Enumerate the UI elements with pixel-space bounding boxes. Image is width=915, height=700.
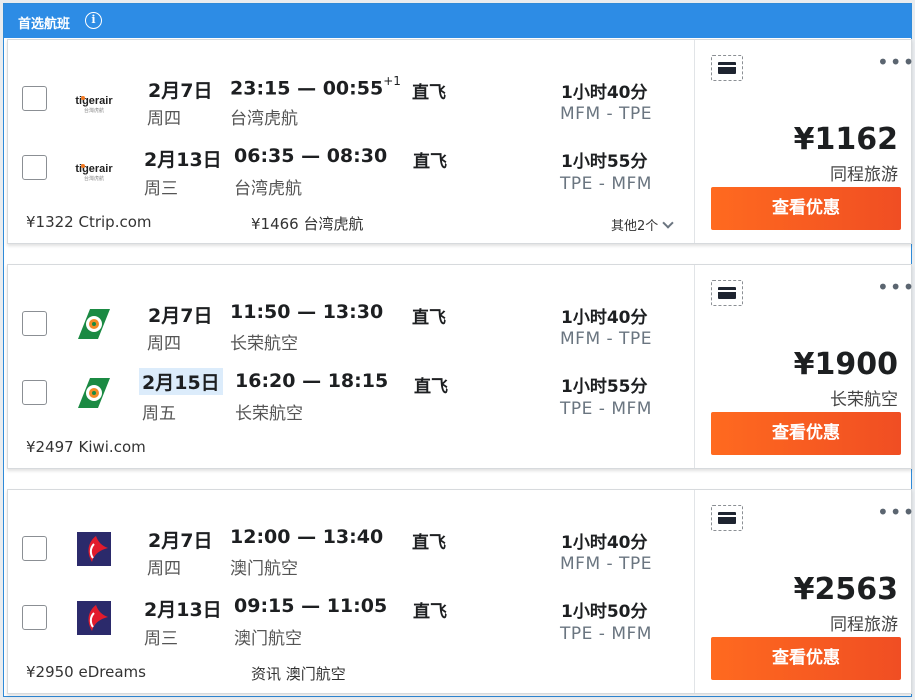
svg-text:tigerair: tigerair — [75, 163, 113, 175]
price: ¥1900 — [793, 347, 898, 382]
more-menu-icon[interactable]: ••• — [877, 275, 915, 299]
day-offset: +1 — [383, 74, 401, 88]
info-icon[interactable]: i — [85, 12, 102, 29]
inbound-weekday: 周三 — [144, 629, 178, 649]
inbound-airline: 长荣航空 — [235, 404, 303, 424]
outbound-times: 12:00 — 13:40 — [230, 526, 384, 548]
price: ¥2563 — [793, 572, 898, 607]
more-menu-icon[interactable]: ••• — [877, 500, 915, 524]
inbound-route: TPE - MFM — [560, 624, 652, 644]
more-options-link[interactable]: 其他2个 — [611, 215, 674, 234]
select-outbound-checkbox[interactable] — [22, 311, 47, 336]
view-deal-button[interactable]: 查看优惠 — [711, 187, 901, 230]
select-inbound-checkbox[interactable] — [22, 605, 47, 630]
svg-text:台灣虎航: 台灣虎航 — [84, 175, 104, 182]
card-divider — [694, 40, 695, 243]
inbound-route: TPE - MFM — [560, 174, 652, 194]
header-title: 首选航班 — [18, 17, 71, 32]
tigerair-logo-icon: tigerair 台灣虎航 — [75, 95, 113, 114]
outbound-route: MFM - TPE — [560, 554, 652, 574]
alt-price-link[interactable]: ¥1322 Ctrip.com — [26, 213, 152, 231]
air-macau-logo-icon — [77, 532, 111, 566]
payment-card-icon[interactable] — [711, 505, 743, 531]
card-divider — [694, 490, 695, 693]
inbound-duration: 1小时55分 — [561, 152, 648, 172]
alt-price-link[interactable]: ¥2497 Kiwi.com — [26, 438, 146, 456]
outbound-stops: 直飞 — [412, 83, 446, 103]
view-deal-button[interactable]: 查看优惠 — [711, 412, 901, 455]
tigerair-logo-icon: tigerair 台灣虎航 — [75, 163, 113, 182]
select-outbound-checkbox[interactable] — [22, 86, 47, 111]
outbound-weekday: 周四 — [147, 109, 181, 129]
svg-text:台灣虎航: 台灣虎航 — [84, 107, 104, 114]
inbound-times: 16:20 — 18:15 — [235, 370, 389, 392]
provider-name: 同程旅游 — [830, 165, 898, 185]
outbound-duration: 1小时40分 — [561, 533, 648, 553]
inbound-date: 2月15日 — [139, 368, 223, 395]
payment-card-icon[interactable] — [711, 55, 743, 81]
inbound-stops: 直飞 — [414, 377, 448, 397]
svg-text:tigerair: tigerair — [75, 95, 113, 107]
provider-name: 同程旅游 — [830, 615, 898, 635]
inbound-date: 2月13日 — [144, 599, 222, 621]
results-panel: 首选航班 i tigerair 台灣虎航 2月7日 周四 23:15 — 00:… — [3, 3, 915, 697]
select-inbound-checkbox[interactable] — [22, 380, 47, 405]
outbound-weekday: 周四 — [147, 334, 181, 354]
flight-result-card[interactable]: 2月7日 周四 12:00 — 13:40 澳门航空 直飞 1小时40分 MFM… — [7, 489, 915, 694]
inbound-route: TPE - MFM — [560, 399, 652, 419]
outbound-airline: 长荣航空 — [230, 334, 298, 354]
outbound-stops: 直飞 — [412, 308, 446, 328]
air-macau-logo-icon — [77, 601, 111, 635]
outbound-route: MFM - TPE — [560, 329, 652, 349]
flight-result-card[interactable]: tigerair 台灣虎航 2月7日 周四 23:15 — 00:55+1 台湾… — [7, 39, 915, 244]
outbound-airline: 台湾虎航 — [230, 109, 298, 129]
inbound-times: 06:35 — 08:30 — [234, 145, 388, 167]
chevron-down-icon — [662, 217, 674, 229]
card-divider — [694, 265, 695, 468]
outbound-times: 23:15 — 00:55+1 — [230, 74, 401, 100]
inbound-duration: 1小时55分 — [561, 377, 648, 397]
outbound-airline: 澳门航空 — [230, 559, 298, 579]
select-outbound-checkbox[interactable] — [22, 536, 47, 561]
provider-name: 长荣航空 — [830, 390, 898, 410]
inbound-date: 2月13日 — [144, 149, 222, 171]
more-menu-icon[interactable]: ••• — [877, 50, 915, 74]
inbound-airline: 台湾虎航 — [234, 179, 302, 199]
alt-price-link[interactable]: ¥1466 台湾虎航 — [251, 213, 364, 234]
inbound-stops: 直飞 — [413, 152, 447, 172]
eva-air-logo-icon — [78, 378, 110, 408]
outbound-stops: 直飞 — [412, 533, 446, 553]
outbound-date: 2月7日 — [148, 305, 213, 327]
outbound-weekday: 周四 — [147, 559, 181, 579]
alt-price-link[interactable]: ¥2950 eDreams — [26, 663, 146, 681]
outbound-date: 2月7日 — [148, 80, 213, 102]
outbound-duration: 1小时40分 — [561, 83, 648, 103]
inbound-weekday: 周三 — [144, 179, 178, 199]
outbound-times: 11:50 — 13:30 — [230, 301, 384, 323]
inbound-stops: 直飞 — [413, 602, 447, 622]
view-deal-button[interactable]: 查看优惠 — [711, 637, 901, 680]
flight-result-card[interactable]: 2月7日 周四 11:50 — 13:30 长荣航空 直飞 1小时40分 MFM… — [7, 264, 915, 469]
inbound-airline: 澳门航空 — [234, 629, 302, 649]
eva-air-logo-icon — [78, 309, 110, 339]
inbound-weekday: 周五 — [142, 404, 176, 424]
header-bar: 首选航班 i — [4, 4, 911, 38]
outbound-route: MFM - TPE — [560, 104, 652, 124]
inbound-duration: 1小时50分 — [561, 602, 648, 622]
select-inbound-checkbox[interactable] — [22, 155, 47, 180]
inbound-times: 09:15 — 11:05 — [234, 595, 388, 617]
alt-price-link[interactable]: 资讯 澳门航空 — [251, 663, 346, 684]
payment-card-icon[interactable] — [711, 280, 743, 306]
outbound-date: 2月7日 — [148, 530, 213, 552]
price: ¥1162 — [793, 122, 898, 157]
outbound-duration: 1小时40分 — [561, 308, 648, 328]
